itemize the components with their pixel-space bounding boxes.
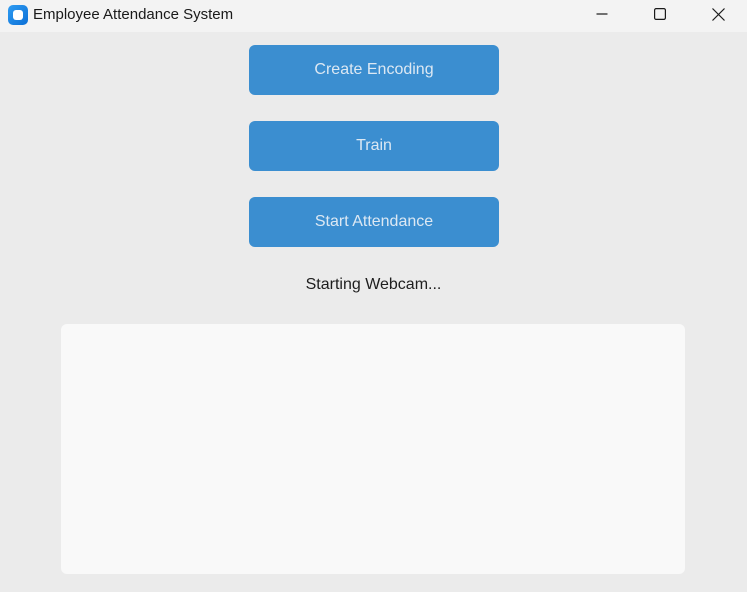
close-button[interactable] [689,0,747,28]
app-icon [8,5,28,25]
close-icon [711,7,725,21]
maximize-button[interactable] [631,0,689,28]
train-button[interactable]: Train [249,121,499,171]
create-encoding-button[interactable]: Create Encoding [249,45,499,95]
status-label: Starting Webcam... [305,276,442,293]
webcam-preview-panel [61,324,685,574]
app-window: Employee Attendance System Create Encodi… [0,0,747,592]
app-icon-glyph [13,10,23,20]
minimize-button[interactable] [573,0,631,28]
maximize-icon [654,8,666,20]
window-title: Employee Attendance System [33,6,234,23]
title-bar[interactable]: Employee Attendance System [0,0,747,32]
minimize-icon [596,13,608,15]
start-attendance-button[interactable]: Start Attendance [249,197,499,247]
